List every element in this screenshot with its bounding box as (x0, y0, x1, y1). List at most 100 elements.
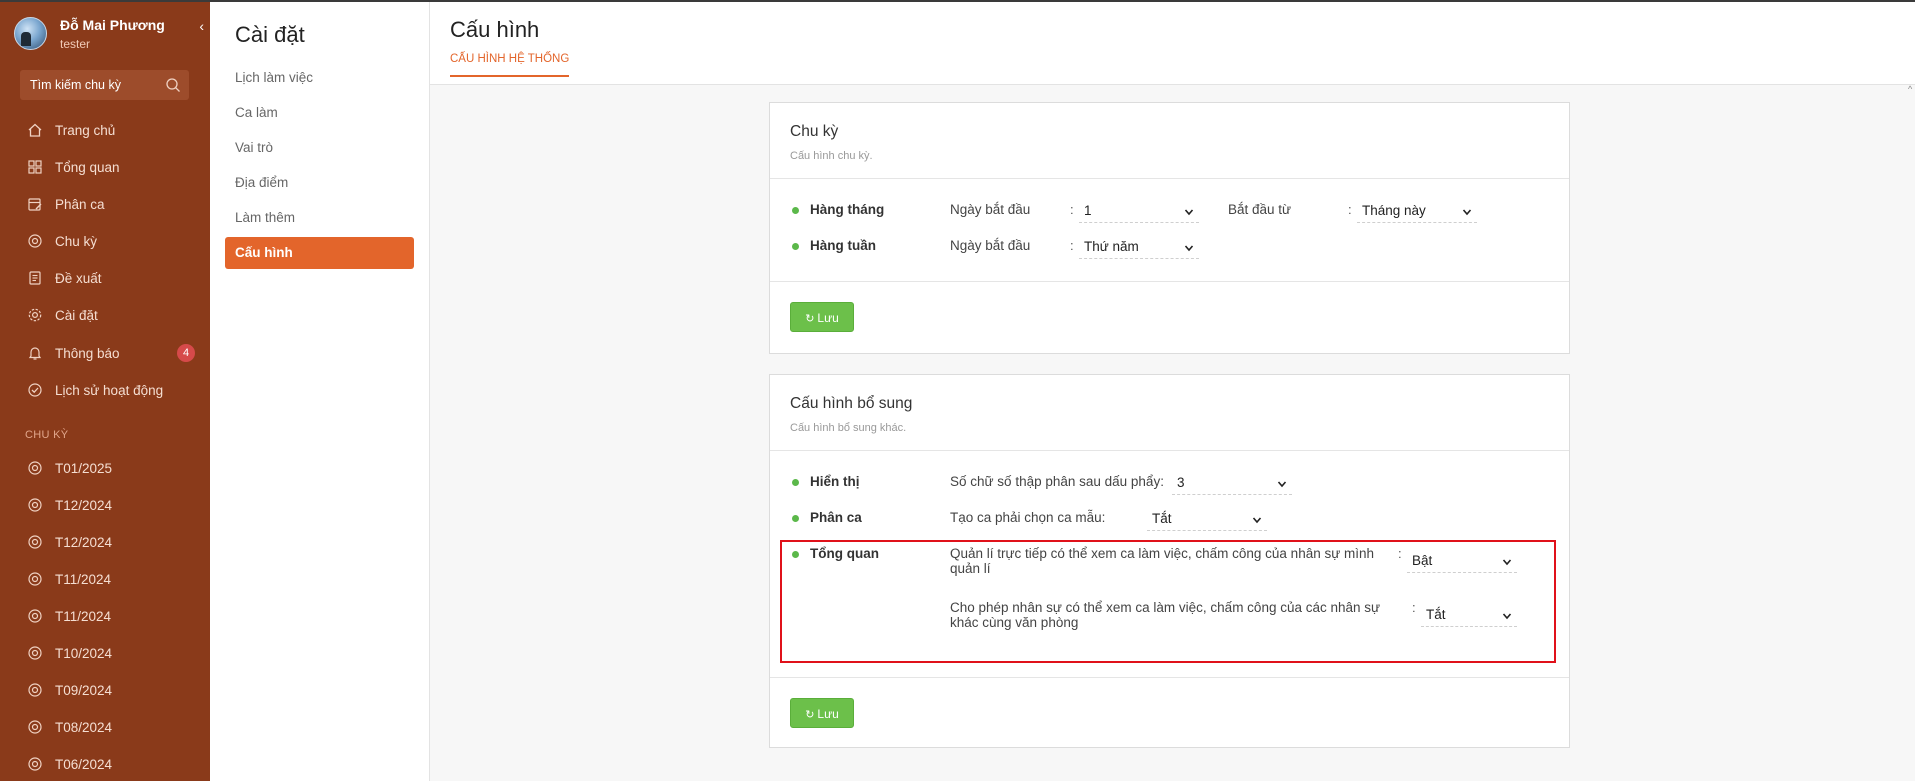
cycle-icon (28, 498, 42, 512)
nav-label: Tổng quan (55, 159, 120, 175)
status-dot (792, 207, 799, 214)
nav-item-activity-history[interactable]: Lịch sử hoạt động (0, 373, 210, 407)
nav-item-cycle[interactable]: Chu kỳ (0, 224, 210, 258)
nav-item-home[interactable]: Trang chủ (0, 113, 210, 147)
cycle-item[interactable]: T11/2024 (0, 599, 210, 633)
nav-item-proposal[interactable]: Đề xuất (0, 261, 210, 295)
select-value: Thứ năm (1084, 239, 1139, 254)
gear-icon (28, 308, 42, 322)
refresh-icon: ↻ (805, 709, 815, 721)
separator: : (1070, 202, 1074, 217)
save-label: Lưu (817, 311, 839, 325)
calendar-edit-icon (28, 198, 42, 211)
cycle-item[interactable]: T06/2024 (0, 747, 210, 781)
save-extra-button[interactable]: ↻ Lưu (790, 698, 854, 728)
notification-count-badge: 4 (177, 344, 195, 362)
settings-item-location[interactable]: Địa điểm (225, 167, 414, 199)
display-label: Hiển thị (810, 474, 860, 489)
chevron-down-icon (1184, 209, 1194, 216)
save-label: Lưu (817, 707, 839, 721)
main-sidebar: Đỗ Mai Phương tester ‹ Trang chủ Tổng qu… (0, 0, 210, 781)
cycle-item[interactable]: T10/2024 (0, 636, 210, 670)
settings-menu: Cài đặt Lịch làm việc Ca làm Vai trò Địa… (210, 0, 430, 781)
tab-system-config[interactable]: CẤU HÌNH HỆ THỐNG (450, 53, 570, 77)
cycles-section-heading: CHU KỲ (25, 429, 69, 441)
user-profile[interactable]: Đỗ Mai Phương tester ‹ (14, 15, 204, 55)
card-subtitle: Cấu hình bổ sung khác. (790, 422, 907, 434)
cycle-label: T11/2024 (55, 608, 112, 624)
cycle-config-card: Chu kỳ Cấu hình chu kỳ. Hàng tháng Ngày … (769, 102, 1570, 354)
home-icon (28, 123, 42, 137)
chevron-down-icon (1184, 245, 1194, 252)
card-header: Chu kỳ Cấu hình chu kỳ. (770, 103, 1569, 179)
nav-label: Chu kỳ (55, 233, 98, 249)
monthly-start-select[interactable]: 1 (1079, 201, 1199, 223)
select-value: 3 (1177, 475, 1185, 490)
weekly-start-select[interactable]: Thứ năm (1079, 237, 1199, 259)
chevron-down-icon (1277, 481, 1287, 488)
decimal-digits-label: Số chữ số thập phân sau dấu phẩy: (950, 474, 1164, 489)
cycle-icon (28, 683, 42, 697)
monthly-label: Hàng tháng (810, 202, 885, 217)
select-value: 1 (1084, 203, 1092, 218)
settings-item-overtime[interactable]: Làm thêm (225, 202, 414, 234)
shift-label: Phân ca (810, 510, 862, 525)
cycle-icon (28, 535, 42, 549)
card-title: Chu kỳ (790, 123, 839, 140)
settings-item-role[interactable]: Vai trò (225, 132, 414, 164)
cycle-label: T08/2024 (55, 719, 113, 735)
separator: : (1348, 202, 1352, 217)
cycle-item[interactable]: T01/2025 (0, 451, 210, 485)
cycle-search (20, 70, 189, 100)
nav-item-shift[interactable]: Phân ca (0, 187, 210, 221)
cycle-item[interactable]: T09/2024 (0, 673, 210, 707)
card-footer: ↻ Lưu (770, 677, 1569, 749)
user-name: Đỗ Mai Phương (60, 17, 165, 33)
card-header: Cấu hình bổ sung Cấu hình bổ sung khác. (770, 375, 1569, 451)
status-dot (792, 479, 799, 486)
nav-label: Phân ca (55, 196, 105, 212)
template-shift-label: Tạo ca phải chọn ca mẫu: (950, 510, 1106, 525)
decimal-digits-select[interactable]: 3 (1172, 473, 1292, 495)
document-icon (29, 271, 41, 285)
weekly-start-label: Ngày bắt đầu (950, 238, 1031, 253)
status-dot (792, 243, 799, 250)
settings-item-work-schedule[interactable]: Lịch làm việc (225, 62, 414, 94)
nav-item-overview[interactable]: Tổng quan (0, 150, 210, 184)
grid-icon (28, 160, 42, 174)
chevron-down-icon (1462, 209, 1472, 216)
settings-item-config[interactable]: Cấu hình (225, 237, 414, 269)
save-cycle-button[interactable]: ↻ Lưu (790, 302, 854, 332)
cycle-label: T01/2025 (55, 460, 113, 476)
cycle-item[interactable]: T12/2024 (0, 525, 210, 559)
settings-item-shift[interactable]: Ca làm (225, 97, 414, 129)
cycle-item[interactable]: T11/2024 (0, 562, 210, 596)
monthly-start-label: Ngày bắt đầu (950, 202, 1031, 217)
card-title: Cấu hình bổ sung (790, 395, 913, 412)
cycle-icon (28, 234, 42, 248)
history-check-icon (28, 383, 42, 397)
nav-item-settings[interactable]: Cài đặt (0, 298, 210, 332)
nav-item-notifications[interactable]: Thông báo 4 (0, 336, 210, 370)
cycle-item[interactable]: T08/2024 (0, 710, 210, 744)
page-header: Cấu hình CẤU HÌNH HỆ THỐNG (430, 0, 1915, 85)
template-shift-select[interactable]: Tắt (1147, 509, 1267, 531)
cycle-icon (28, 720, 42, 734)
select-value: Tháng này (1362, 203, 1426, 218)
search-input[interactable] (20, 70, 160, 100)
cycle-icon (28, 609, 42, 623)
cycle-icon (28, 646, 42, 660)
nav-label: Thông báo (55, 345, 120, 361)
nav-label: Đề xuất (55, 270, 102, 286)
separator: : (1070, 238, 1074, 253)
search-icon[interactable] (165, 77, 181, 93)
bell-icon (28, 347, 42, 360)
nav-label: Trang chủ (55, 122, 116, 138)
collapse-sidebar-icon[interactable]: ‹ (199, 18, 204, 34)
cycle-item[interactable]: T12/2024 (0, 488, 210, 522)
monthly-from-select[interactable]: Tháng này (1357, 201, 1477, 223)
select-value: Tắt (1152, 511, 1172, 526)
cycle-label: T06/2024 (55, 756, 113, 772)
monthly-from-label: Bắt đầu từ (1228, 202, 1292, 217)
cycle-icon (28, 461, 42, 475)
